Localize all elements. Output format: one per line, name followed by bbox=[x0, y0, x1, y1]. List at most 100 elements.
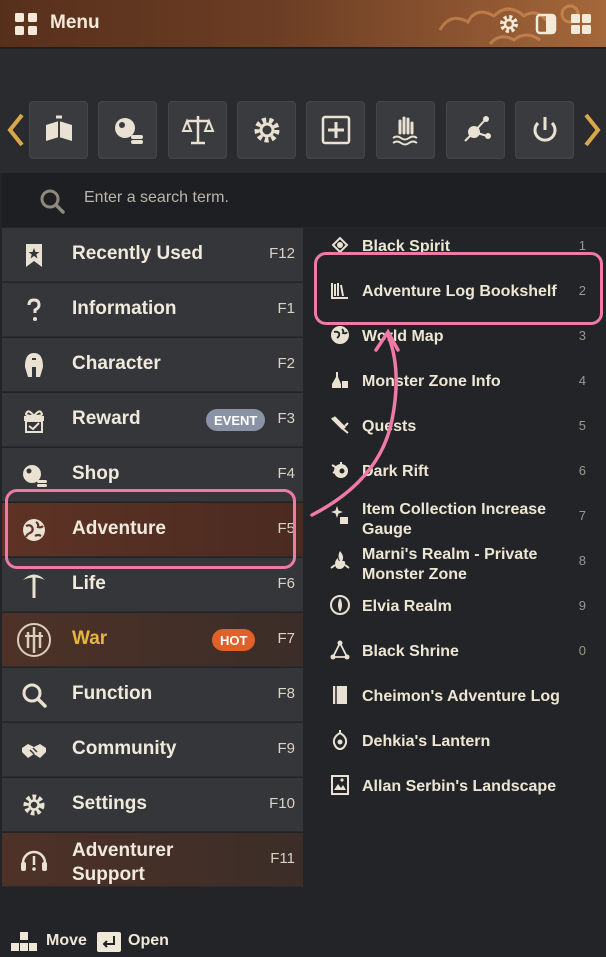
submenu-item-marnis-realm[interactable]: Marni's Realm - Private Monster Zone 8 bbox=[305, 539, 606, 584]
submenu-item-hotkey: 2 bbox=[578, 283, 586, 298]
submenu-item-monster-zone-info[interactable]: Monster Zone Info 4 bbox=[305, 359, 606, 404]
menu-item-label: Character bbox=[72, 353, 161, 374]
coins-orb-icon bbox=[23, 465, 47, 487]
question-icon bbox=[27, 298, 41, 321]
submenu-item-elvia-realm[interactable]: Elvia Realm 9 bbox=[305, 584, 606, 629]
submenu-item-adventure-log-bookshelf[interactable]: Adventure Log Bookshelf 2 bbox=[305, 269, 606, 314]
dark-rift-icon bbox=[331, 462, 348, 478]
submenu-item-black-spirit[interactable]: Black Spirit 1 bbox=[305, 224, 606, 269]
menu-item-character[interactable]: Character F2 bbox=[2, 338, 303, 392]
submenu-item-label: Elvia Realm bbox=[362, 598, 452, 615]
helmet-icon bbox=[25, 353, 43, 377]
adventure-submenu: Black Spirit 1 Adventure Log Bookshelf 2… bbox=[305, 228, 606, 928]
menu-item-label: Recently Used bbox=[72, 243, 203, 264]
submenu-item-world-map[interactable]: World Map 3 bbox=[305, 314, 606, 359]
grid-layout-icon[interactable] bbox=[569, 12, 593, 36]
submenu-item-label: Black Shrine bbox=[362, 643, 459, 660]
submenu-item-hotkey: 0 bbox=[578, 643, 586, 658]
menu-item-settings[interactable]: Settings F10 bbox=[2, 778, 303, 832]
landscape-frame-icon bbox=[331, 775, 349, 795]
hand-water-icon bbox=[391, 116, 418, 146]
menu-item-label: Reward bbox=[72, 408, 141, 429]
toolbar-button-black-spirit[interactable] bbox=[29, 101, 88, 159]
balance-scale-icon bbox=[181, 116, 214, 145]
menu-item-label: Life bbox=[72, 573, 106, 594]
potion-icon bbox=[332, 372, 348, 388]
toolbar-button-add[interactable] bbox=[306, 101, 365, 159]
toolbar-button-shop[interactable] bbox=[98, 101, 157, 159]
submenu-item-hotkey: 6 bbox=[578, 463, 586, 478]
menu-item-shortcut: F9 bbox=[277, 740, 295, 757]
submenu-item-label-line1: Marni's Realm - Private bbox=[362, 546, 538, 563]
menu-item-reward[interactable]: Reward EVENT F3 bbox=[2, 393, 303, 447]
shrine-nodes-icon bbox=[330, 640, 350, 660]
open-hint-label: Open bbox=[128, 932, 169, 949]
handshake-icon bbox=[22, 744, 46, 758]
submenu-item-label: Black Spirit bbox=[362, 238, 451, 255]
menu-item-shop[interactable]: Shop F4 bbox=[2, 448, 303, 502]
toolbar-button-water[interactable] bbox=[376, 101, 435, 159]
menu-item-shortcut: F2 bbox=[277, 355, 295, 372]
bookshelf-icon bbox=[331, 283, 348, 299]
menu-item-shortcut: F7 bbox=[277, 630, 295, 647]
hot-badge: HOT bbox=[212, 629, 256, 651]
chevron-left-icon[interactable] bbox=[6, 113, 26, 147]
submenu-item-allan-serbins-landscape[interactable]: Allan Serbin's Landscape bbox=[305, 764, 606, 809]
quick-toolbar bbox=[0, 49, 606, 173]
submenu-item-label: World Map bbox=[362, 328, 444, 345]
submenu-item-label: Item Collection Increase Gauge bbox=[362, 500, 562, 540]
menu-item-function[interactable]: Function F8 bbox=[2, 668, 303, 722]
menu-item-information[interactable]: Information F1 bbox=[2, 283, 303, 337]
toolbar-button-settings[interactable] bbox=[237, 101, 296, 159]
submenu-item-quests[interactable]: Quests 5 bbox=[305, 404, 606, 449]
submenu-item-label-line1: Item Collection Increase bbox=[362, 501, 547, 518]
nodes-icon bbox=[463, 116, 491, 142]
submenu-item-dark-rift[interactable]: Dark Rift 6 bbox=[305, 449, 606, 494]
submenu-item-label: Dehkia's Lantern bbox=[362, 733, 491, 750]
grid-menu-icon[interactable] bbox=[14, 12, 38, 36]
menu-item-shortcut: F10 bbox=[269, 795, 295, 812]
toolbar-button-balance[interactable] bbox=[168, 101, 227, 159]
menu-item-adventurer-support[interactable]: Adventurer Support F11 bbox=[2, 833, 303, 887]
menu-item-war[interactable]: War HOT F7 bbox=[2, 613, 303, 667]
submenu-item-hotkey: 9 bbox=[578, 598, 586, 613]
submenu-item-hotkey: 1 bbox=[578, 238, 586, 253]
menu-item-label: Function bbox=[72, 683, 153, 704]
menu-item-community[interactable]: Community F9 bbox=[2, 723, 303, 777]
menu-item-adventure[interactable]: Adventure F5 bbox=[2, 503, 303, 557]
scroll-quill-icon bbox=[331, 416, 349, 434]
menu-item-label: Information bbox=[72, 298, 177, 319]
submenu-item-cheimons-adventure-log[interactable]: Cheimon's Adventure Log bbox=[305, 674, 606, 719]
add-frame-icon bbox=[321, 115, 350, 145]
submenu-item-item-collection[interactable]: Item Collection Increase Gauge 7 bbox=[305, 494, 606, 539]
chevron-right-icon[interactable] bbox=[582, 113, 602, 147]
gear-icon[interactable] bbox=[497, 12, 521, 36]
search-bar[interactable]: Enter a search term. bbox=[2, 173, 606, 227]
submenu-item-label: Monster Zone Info bbox=[362, 373, 501, 390]
menu-item-label: War bbox=[72, 628, 108, 649]
menu-item-shortcut: F5 bbox=[277, 520, 295, 537]
menu-item-label: Settings bbox=[72, 793, 147, 814]
submenu-item-label: Adventure Log Bookshelf bbox=[362, 283, 557, 300]
menu-item-shortcut: F1 bbox=[277, 300, 295, 317]
menu-item-shortcut: F8 bbox=[277, 685, 295, 702]
toolbar-button-nodes[interactable] bbox=[446, 101, 505, 159]
toolbar-button-power[interactable] bbox=[515, 101, 574, 159]
war-shield-icon bbox=[17, 623, 51, 657]
headset-icon bbox=[21, 850, 47, 871]
menu-item-label: Shop bbox=[72, 463, 120, 484]
submenu-item-black-shrine[interactable]: Black Shrine 0 bbox=[305, 629, 606, 674]
coins-orb-icon bbox=[114, 118, 143, 144]
submenu-item-hotkey: 7 bbox=[578, 508, 586, 523]
menu-item-label: Adventurer Support bbox=[72, 839, 173, 887]
submenu-item-dehkias-lantern[interactable]: Dehkia's Lantern bbox=[305, 719, 606, 764]
pickaxe-icon bbox=[23, 574, 45, 598]
submenu-item-hotkey: 3 bbox=[578, 328, 586, 343]
panel-toggle-icon[interactable] bbox=[534, 12, 558, 36]
menu-item-life[interactable]: Life F6 bbox=[2, 558, 303, 612]
submenu-item-hotkey: 4 bbox=[578, 373, 586, 388]
search-input[interactable]: Enter a search term. bbox=[84, 189, 229, 207]
menu-item-shortcut: F4 bbox=[277, 465, 295, 482]
submenu-item-label: Allan Serbin's Landscape bbox=[362, 778, 557, 795]
menu-item-recently-used[interactable]: Recently Used F12 bbox=[2, 228, 303, 282]
